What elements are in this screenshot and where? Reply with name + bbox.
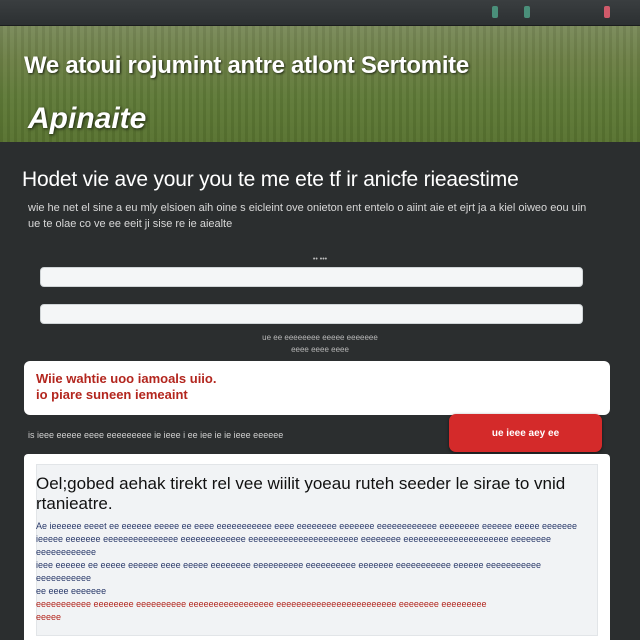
form-note-secondary: eeee eeee eeee	[291, 345, 349, 354]
card-body-highlight: eeeeeeeeeee eeeeeeee eeeeeeeeee eeeeeeee…	[36, 599, 487, 609]
card-body-line: Ae ieeeeee eeeet ee eeeeee eeeee ee eeee…	[36, 521, 578, 531]
top-bar	[0, 0, 640, 26]
card-title: Oel;gobed aehak tirekt rel vee wiilit yo…	[36, 474, 566, 513]
status-icon[interactable]	[492, 6, 498, 18]
page-title: Hodet vie ave your you te me ete tf ir a…	[22, 168, 519, 191]
hero-banner: We atoui rojumint antre atlont Sertomite…	[0, 26, 640, 142]
card-body-highlight: eeeee	[36, 612, 62, 622]
action-description: is ieee eeeee eeee eeeeeeeee ie ieee i e…	[28, 430, 284, 440]
alert-box: Wiie wahtie uoo iamoals uiio. io piare s…	[24, 361, 610, 415]
card-body-line: ieee eeeeee ee eeeee eeeeee eeee eeeee e…	[36, 560, 542, 583]
intro-paragraph: wie he net el sine a eu mly elsioen aih …	[28, 202, 587, 230]
alert-line: Wiie wahtie uoo iamoals uiio.	[36, 371, 217, 386]
alert-line: io piare suneen iemeaint	[36, 387, 188, 402]
submit-button[interactable]: ue ieee aey ee	[449, 414, 602, 452]
status-icon[interactable]	[524, 6, 530, 18]
form-note: ue ee eeeeeeee eeeee eeeeeee	[262, 333, 378, 342]
info-card: Oel;gobed aehak tirekt rel vee wiilit yo…	[24, 454, 610, 640]
brand-name: Apinaite	[28, 102, 147, 135]
card-body-line: ieeeee eeeeeee eeeeeeeeeeeeeee eeeeeeeee…	[36, 534, 552, 557]
field-hint: •• •••	[312, 256, 328, 263]
status-icon[interactable]	[604, 6, 610, 18]
second-input[interactable]	[40, 304, 583, 324]
card-body: Ae ieeeeee eeeet ee eeeeee eeeee ee eeee…	[36, 520, 586, 624]
hero-headline: We atoui rojumint antre atlont Sertomite	[24, 52, 469, 79]
first-input[interactable]	[40, 267, 583, 287]
card-body-line: ee eeee eeeeeee	[36, 586, 107, 596]
